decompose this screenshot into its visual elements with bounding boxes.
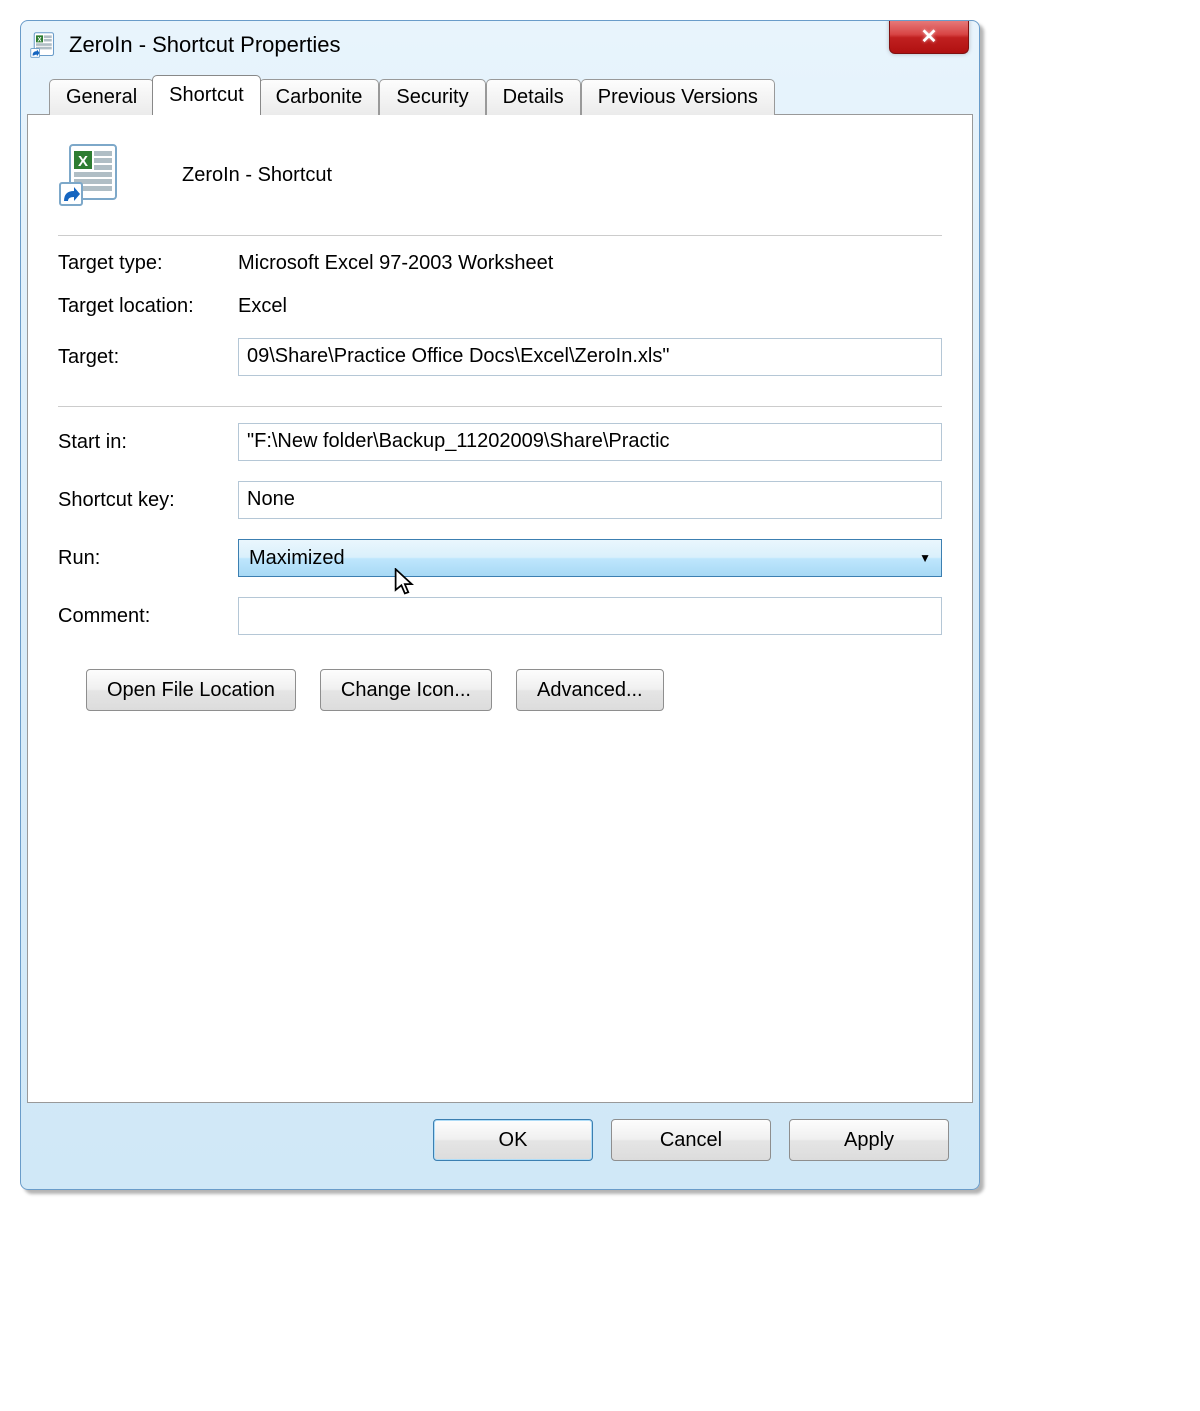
comment-label: Comment: xyxy=(58,605,238,628)
excel-shortcut-large-icon: X xyxy=(58,143,122,207)
shortcut-key-label: Shortcut key: xyxy=(58,489,238,512)
row-target: Target: 09\Share\Practice Office Docs\Ex… xyxy=(58,338,942,376)
tab-security[interactable]: Security xyxy=(379,79,485,115)
target-type-label: Target type: xyxy=(58,252,238,275)
target-location-label: Target location: xyxy=(58,295,238,318)
row-shortcut-key: Shortcut key: None xyxy=(58,481,942,519)
target-label: Target: xyxy=(58,346,238,369)
shortcut-tab-panel: X ZeroIn - Shortcut Target type: xyxy=(27,114,973,1103)
row-comment: Comment: xyxy=(58,597,942,635)
window-title: ZeroIn - Shortcut Properties xyxy=(69,32,971,58)
target-location-value: Excel xyxy=(238,295,287,318)
advanced-button[interactable]: Advanced... xyxy=(516,669,664,711)
tab-shortcut[interactable]: Shortcut xyxy=(152,75,260,115)
row-target-location: Target location: Excel xyxy=(58,295,942,318)
tab-general[interactable]: General xyxy=(49,79,154,115)
open-file-location-button[interactable]: Open File Location xyxy=(86,669,296,711)
close-icon: ✕ xyxy=(921,24,938,49)
properties-dialog: X ZeroIn - Shortcut Properties ✕ General… xyxy=(20,20,980,1190)
chevron-down-icon: ▼ xyxy=(919,551,931,565)
tab-strip: General Shortcut Carbonite Security Deta… xyxy=(27,79,973,115)
row-start-in: Start in: "F:\New folder\Backup_11202009… xyxy=(58,423,942,461)
shortcut-key-input[interactable]: None xyxy=(238,481,942,519)
svg-text:X: X xyxy=(78,153,88,170)
shortcut-header: X ZeroIn - Shortcut xyxy=(58,143,942,207)
apply-button[interactable]: Apply xyxy=(789,1119,949,1161)
tab-carbonite[interactable]: Carbonite xyxy=(259,79,380,115)
action-button-row: Open File Location Change Icon... Advanc… xyxy=(58,669,942,711)
row-target-type: Target type: Microsoft Excel 97-2003 Wor… xyxy=(58,252,942,275)
tab-previous-versions[interactable]: Previous Versions xyxy=(581,79,775,115)
shortcut-name: ZeroIn - Shortcut xyxy=(182,164,332,187)
start-in-input[interactable]: "F:\New folder\Backup_11202009\Share\Pra… xyxy=(238,423,942,461)
separator xyxy=(58,406,942,407)
client-area: General Shortcut Carbonite Security Deta… xyxy=(27,79,973,1183)
start-in-label: Start in: xyxy=(58,431,238,454)
excel-shortcut-icon: X xyxy=(29,31,57,59)
close-button[interactable]: ✕ xyxy=(889,20,969,54)
run-dropdown[interactable]: Maximized ▼ xyxy=(238,539,942,577)
separator xyxy=(58,235,942,236)
tab-details[interactable]: Details xyxy=(486,79,581,115)
row-run: Run: Maximized ▼ xyxy=(58,539,942,577)
change-icon-button[interactable]: Change Icon... xyxy=(320,669,492,711)
target-type-value: Microsoft Excel 97-2003 Worksheet xyxy=(238,252,553,275)
run-selected-value: Maximized xyxy=(249,547,345,570)
cancel-button[interactable]: Cancel xyxy=(611,1119,771,1161)
dialog-footer: OK Cancel Apply xyxy=(27,1103,973,1183)
titlebar[interactable]: X ZeroIn - Shortcut Properties ✕ xyxy=(21,21,979,69)
target-input[interactable]: 09\Share\Practice Office Docs\Excel\Zero… xyxy=(238,338,942,376)
ok-button[interactable]: OK xyxy=(433,1119,593,1161)
run-label: Run: xyxy=(58,547,238,570)
comment-input[interactable] xyxy=(238,597,942,635)
